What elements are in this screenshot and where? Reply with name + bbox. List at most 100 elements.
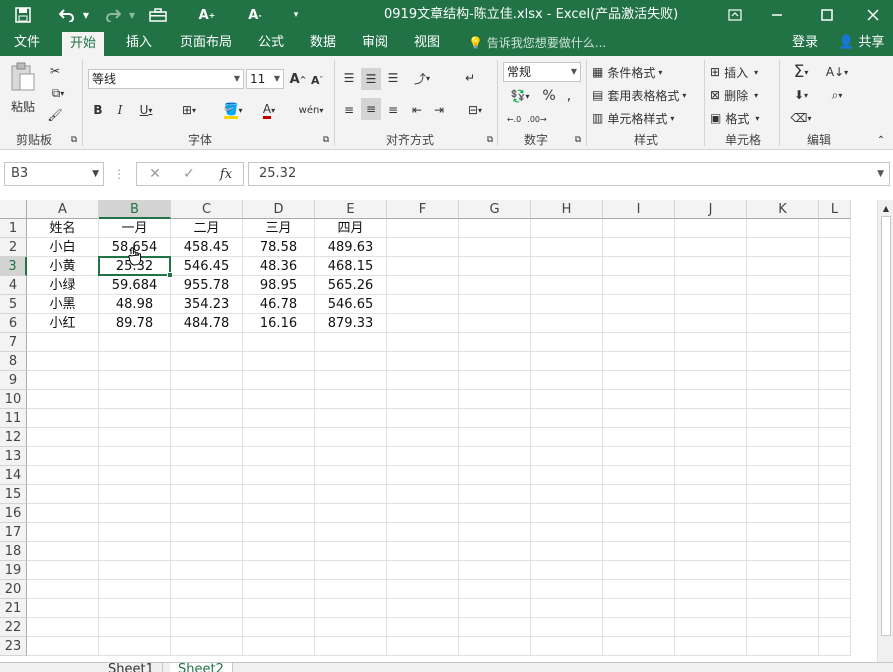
cell-B17[interactable]: [99, 523, 171, 542]
cell-G20[interactable]: [459, 580, 531, 599]
row-header[interactable]: 8: [0, 352, 27, 371]
decrease-font-icon[interactable]: A-: [244, 0, 266, 30]
cell-E22[interactable]: [315, 618, 387, 637]
fill-icon[interactable]: ⬇ ▾: [786, 85, 816, 105]
cell-K10[interactable]: [747, 390, 819, 409]
cell-L5[interactable]: [819, 295, 851, 314]
cell-C12[interactable]: [171, 428, 243, 447]
share-button[interactable]: 👤 共享: [832, 32, 890, 54]
tab-formulas[interactable]: 公式: [250, 30, 292, 56]
cell-L15[interactable]: [819, 485, 851, 504]
cell-J6[interactable]: [675, 314, 747, 333]
cell-F4[interactable]: [387, 276, 459, 295]
cell-H4[interactable]: [531, 276, 603, 295]
row-header[interactable]: 22: [0, 618, 27, 637]
cell-H6[interactable]: [531, 314, 603, 333]
row-header[interactable]: 11: [0, 409, 27, 428]
cell-F18[interactable]: [387, 542, 459, 561]
cell-D19[interactable]: [243, 561, 315, 580]
cell-L7[interactable]: [819, 333, 851, 352]
shrink-font-icon[interactable]: Aˇ: [309, 71, 325, 89]
cell-H17[interactable]: [531, 523, 603, 542]
cell-E5[interactable]: 546.65: [315, 295, 387, 314]
underline-icon[interactable]: U ▾: [134, 100, 158, 120]
cell-E23[interactable]: [315, 637, 387, 656]
cell-B6[interactable]: 89.78: [99, 314, 171, 333]
cell-J12[interactable]: [675, 428, 747, 447]
cell-B20[interactable]: [99, 580, 171, 599]
number-launcher-icon[interactable]: ⧉: [572, 134, 584, 146]
cell-J22[interactable]: [675, 618, 747, 637]
cell-E19[interactable]: [315, 561, 387, 580]
cell-G9[interactable]: [459, 371, 531, 390]
cell-D5[interactable]: 46.78: [243, 295, 315, 314]
cell-J10[interactable]: [675, 390, 747, 409]
align-left-icon[interactable]: ≡: [340, 100, 358, 120]
cell-I5[interactable]: [603, 295, 675, 314]
cell-F7[interactable]: [387, 333, 459, 352]
cell-I17[interactable]: [603, 523, 675, 542]
align-top-icon[interactable]: ☰: [340, 68, 358, 88]
cell-D16[interactable]: [243, 504, 315, 523]
tab-page-layout[interactable]: 页面布局: [172, 30, 240, 56]
cell-F11[interactable]: [387, 409, 459, 428]
cell-F16[interactable]: [387, 504, 459, 523]
row-header[interactable]: 15: [0, 485, 27, 504]
cell-I7[interactable]: [603, 333, 675, 352]
cell-E6[interactable]: 879.33: [315, 314, 387, 333]
cell-B15[interactable]: [99, 485, 171, 504]
row-header[interactable]: 3: [0, 257, 27, 276]
cell-B7[interactable]: [99, 333, 171, 352]
font-size-dropdown[interactable]: 11 ▼: [246, 69, 284, 89]
cell-F17[interactable]: [387, 523, 459, 542]
cell-E17[interactable]: [315, 523, 387, 542]
cell-K6[interactable]: [747, 314, 819, 333]
cell-A10[interactable]: [27, 390, 99, 409]
cell-A14[interactable]: [27, 466, 99, 485]
cell-L23[interactable]: [819, 637, 851, 656]
format-as-table-button[interactable]: ▤ 套用表格格式 ▾: [592, 85, 700, 105]
cell-B14[interactable]: [99, 466, 171, 485]
row-header[interactable]: 20: [0, 580, 27, 599]
align-middle-icon[interactable]: ☰: [361, 68, 381, 90]
cell-E13[interactable]: [315, 447, 387, 466]
format-painter-icon[interactable]: 🖌: [44, 106, 66, 124]
cell-D2[interactable]: 78.58: [243, 238, 315, 257]
login-button[interactable]: 登录: [792, 30, 818, 56]
cell-J21[interactable]: [675, 599, 747, 618]
cell-F3[interactable]: [387, 257, 459, 276]
cell-I16[interactable]: [603, 504, 675, 523]
cell-K14[interactable]: [747, 466, 819, 485]
cell-I19[interactable]: [603, 561, 675, 580]
cell-L2[interactable]: [819, 238, 851, 257]
clear-icon[interactable]: ⌫ ▾: [786, 108, 816, 128]
column-header[interactable]: I: [603, 200, 675, 219]
cell-K1[interactable]: [747, 219, 819, 238]
cell-K5[interactable]: [747, 295, 819, 314]
cell-D13[interactable]: [243, 447, 315, 466]
cell-K15[interactable]: [747, 485, 819, 504]
delete-cells-button[interactable]: ⊠ 删除 ▾: [710, 85, 774, 105]
find-select-icon[interactable]: ⌕ ▾: [822, 85, 852, 105]
minimize-icon[interactable]: [766, 0, 788, 30]
cell-G16[interactable]: [459, 504, 531, 523]
cell-D12[interactable]: [243, 428, 315, 447]
cell-B10[interactable]: [99, 390, 171, 409]
cancel-entry-icon[interactable]: ✕: [145, 165, 165, 183]
cell-K4[interactable]: [747, 276, 819, 295]
cell-F6[interactable]: [387, 314, 459, 333]
cell-D10[interactable]: [243, 390, 315, 409]
cell-L13[interactable]: [819, 447, 851, 466]
collapse-ribbon-icon[interactable]: ⌃: [874, 134, 888, 146]
cell-K17[interactable]: [747, 523, 819, 542]
cell-K13[interactable]: [747, 447, 819, 466]
cell-A3[interactable]: 小黄: [27, 257, 99, 276]
increase-indent-icon[interactable]: ⇥: [430, 100, 448, 120]
cell-K2[interactable]: [747, 238, 819, 257]
column-header[interactable]: D: [243, 200, 315, 219]
column-header[interactable]: G: [459, 200, 531, 219]
cell-C20[interactable]: [171, 580, 243, 599]
cell-B16[interactable]: [99, 504, 171, 523]
cell-C17[interactable]: [171, 523, 243, 542]
autosum-icon[interactable]: Σ ▾: [786, 62, 816, 82]
